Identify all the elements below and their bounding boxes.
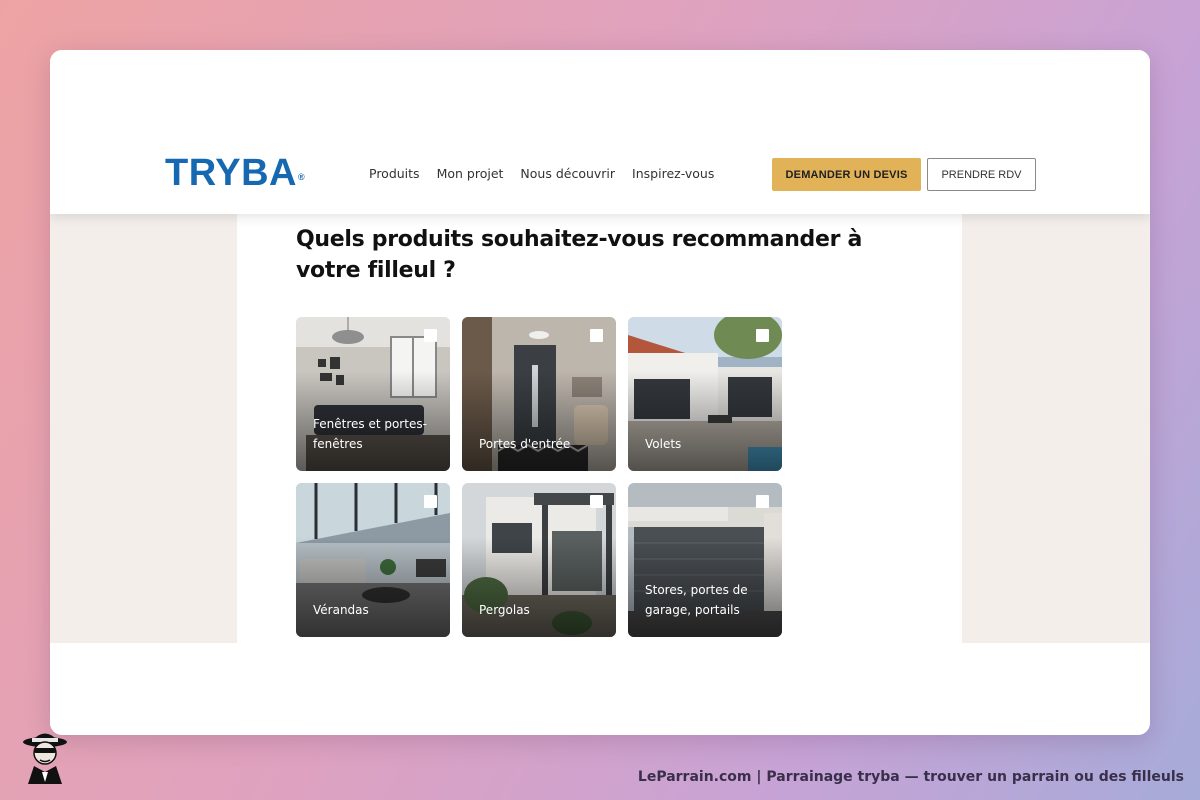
question-heading: Quels produits souhaitez-vous recommande…	[296, 227, 863, 283]
content-panel: Quels produits souhaitez-vous recommande…	[237, 214, 962, 643]
product-card-volets[interactable]: Volets	[628, 317, 782, 471]
logo-registered-mark: ®	[297, 172, 306, 182]
logo-text: TRYBA	[165, 152, 297, 194]
product-card-verandas[interactable]: Vérandas	[296, 483, 450, 637]
tryba-logo[interactable]: TRYBA®	[165, 153, 305, 193]
browser-window: TRYBA® Produits Mon projet Nous découvri…	[50, 50, 1150, 735]
spy-mascot-icon	[23, 733, 67, 784]
book-appointment-button[interactable]: PRENDRE RDV	[927, 158, 1036, 191]
request-quote-button[interactable]: DEMANDER UN DEVIS	[772, 158, 921, 191]
main-nav: Produits Mon projet Nous découvrir Inspi…	[369, 166, 714, 181]
product-card-portes-entree[interactable]: Portes d'entrée	[462, 317, 616, 471]
nav-item-produits[interactable]: Produits	[369, 166, 420, 181]
product-checkbox[interactable]	[590, 495, 603, 508]
nav-item-inspirez-vous[interactable]: Inspirez-vous	[632, 166, 714, 181]
nav-item-mon-projet[interactable]: Mon projet	[437, 166, 504, 181]
product-checkbox[interactable]	[756, 329, 769, 342]
product-label: Volets	[645, 437, 682, 451]
product-label: Vérandas	[313, 603, 369, 617]
page-body: Quels produits souhaitez-vous recommande…	[50, 214, 1150, 643]
product-label: Stores, portes de garage, portails	[645, 583, 748, 617]
product-card-fenetres[interactable]: Fenêtres et portes-fenêtres	[296, 317, 450, 471]
footer-caption: LeParrain.com | Parrainage tryba — trouv…	[637, 769, 1184, 785]
product-label: Portes d'entrée	[479, 437, 571, 451]
product-checkbox[interactable]	[424, 495, 437, 508]
product-checkbox[interactable]	[590, 329, 603, 342]
product-checkbox[interactable]	[424, 329, 437, 342]
product-card-pergolas[interactable]: Pergolas	[462, 483, 616, 637]
site-header: TRYBA® Produits Mon projet Nous découvri…	[50, 50, 1150, 214]
nav-item-nous-decouvrir[interactable]: Nous découvrir	[520, 166, 615, 181]
product-card-stores-garage-portails[interactable]: Stores, portes de garage, portails	[628, 483, 782, 637]
product-label: Fenêtres et portes-fenêtres	[313, 417, 427, 451]
product-label: Pergolas	[479, 603, 530, 617]
product-checkbox[interactable]	[756, 495, 769, 508]
